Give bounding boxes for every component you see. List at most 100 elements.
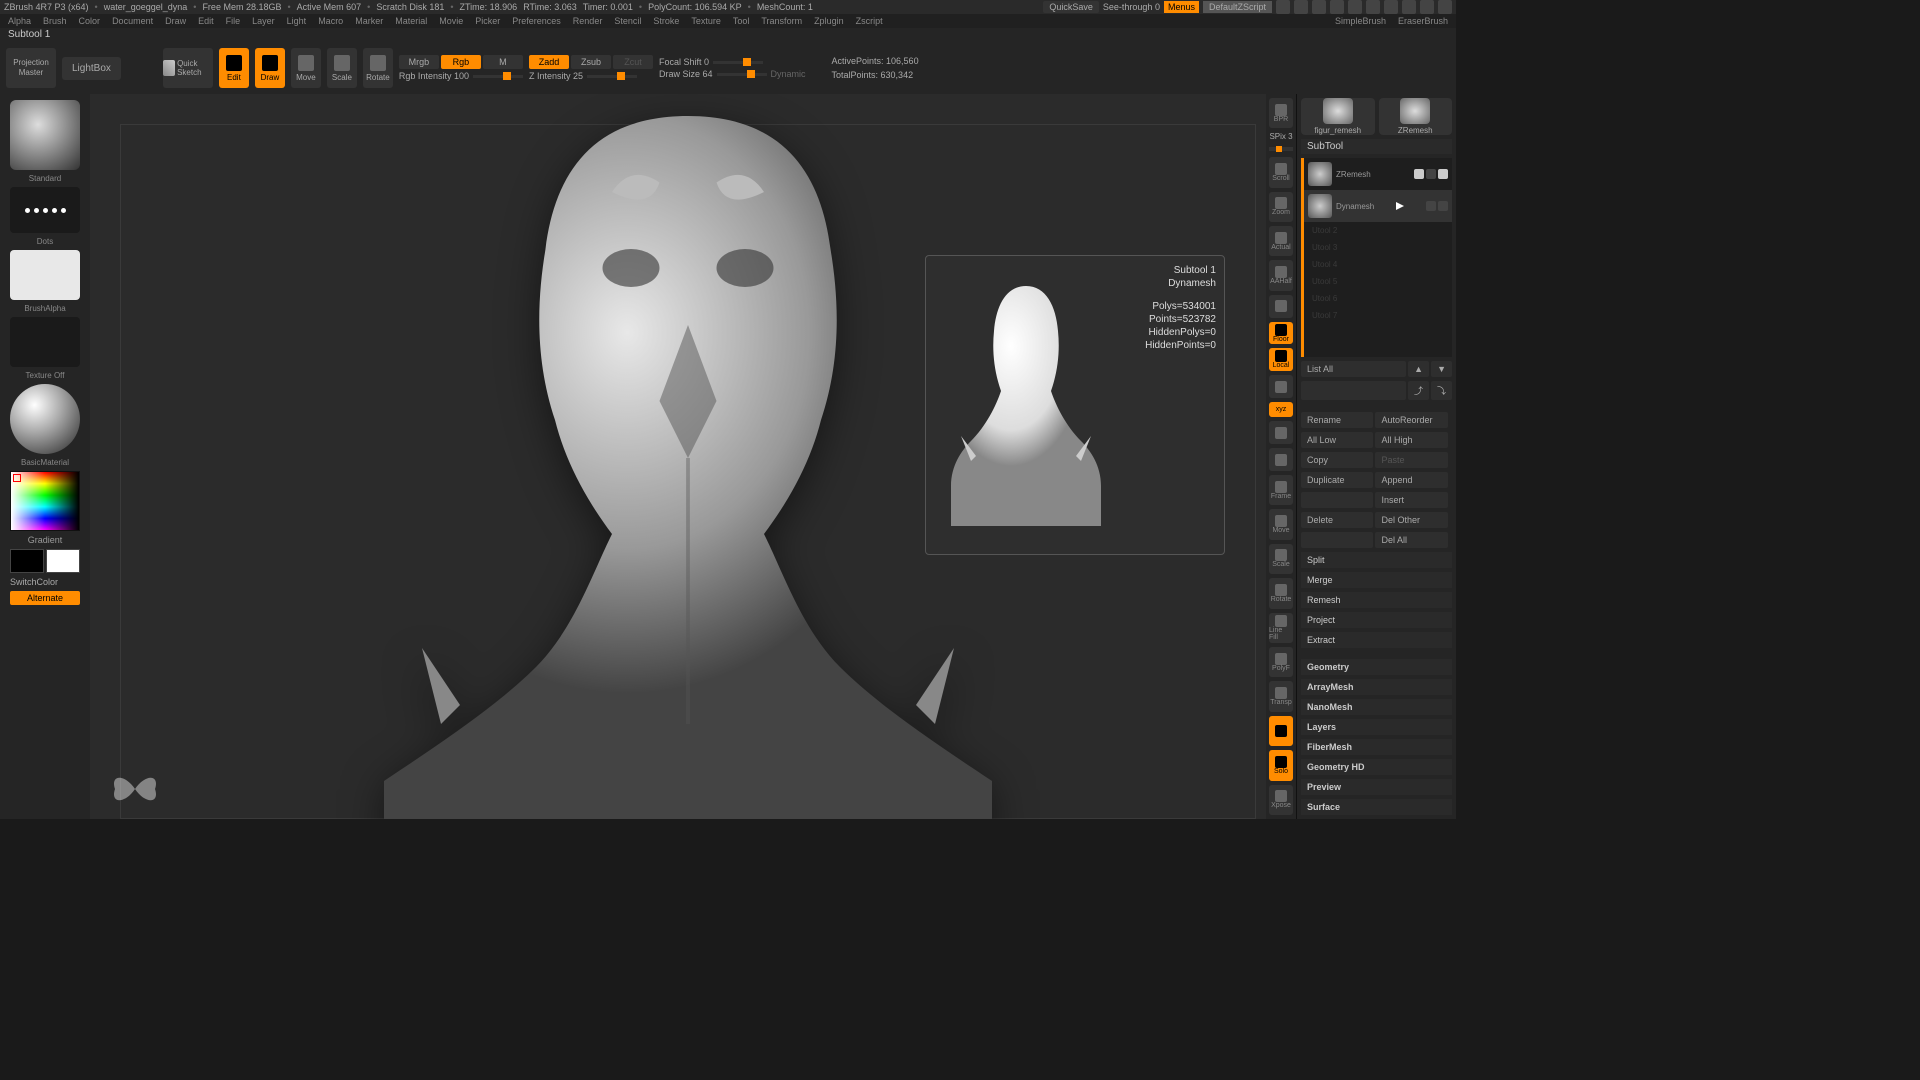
collapse-icon[interactable] xyxy=(1330,0,1344,14)
solo-button[interactable]: Solo xyxy=(1269,750,1293,780)
palette-icon[interactable] xyxy=(1366,0,1380,14)
move-down-button[interactable]: ▼ xyxy=(1431,361,1452,377)
menu-light[interactable]: Light xyxy=(287,16,307,26)
menu-zscript[interactable]: Zscript xyxy=(856,16,883,26)
copy-button[interactable]: Copy xyxy=(1301,452,1373,468)
menu-document[interactable]: Document xyxy=(112,16,153,26)
list-all-button[interactable]: List All xyxy=(1301,361,1406,377)
menu-preferences[interactable]: Preferences xyxy=(512,16,561,26)
draw-mode-button[interactable]: Draw xyxy=(255,48,285,88)
append-button[interactable]: Append xyxy=(1375,472,1447,488)
zsub-button[interactable]: Zsub xyxy=(571,55,611,69)
move3d-button[interactable]: Move xyxy=(1269,509,1293,539)
menu-draw[interactable]: Draw xyxy=(165,16,186,26)
xpose-button[interactable]: Xpose xyxy=(1269,785,1293,815)
switch-color-button[interactable]: SwitchColor xyxy=(10,577,80,587)
menu-render[interactable]: Render xyxy=(573,16,603,26)
alternate-button[interactable]: Alternate xyxy=(10,591,80,605)
linefill-button[interactable]: Line Fill xyxy=(1269,613,1293,643)
grid-icon[interactable] xyxy=(1294,0,1308,14)
floor-button[interactable]: Floor xyxy=(1269,322,1293,345)
subtool-header[interactable]: SubTool xyxy=(1301,139,1452,154)
autoreorder-button[interactable]: AutoReorder xyxy=(1375,412,1447,428)
menu-brush[interactable]: Brush xyxy=(43,16,67,26)
draw-size-slider[interactable]: Draw Size 64Dynamic xyxy=(659,69,806,79)
menu-marker[interactable]: Marker xyxy=(355,16,383,26)
primary-color-swatch[interactable] xyxy=(46,549,80,573)
spix-slider[interactable]: SPix 3 xyxy=(1269,132,1292,141)
bpr-button[interactable]: BPR xyxy=(1269,98,1293,128)
focal-shift-slider[interactable]: Focal Shift 0 xyxy=(659,57,806,67)
insert-button[interactable]: Insert xyxy=(1375,492,1447,508)
tool-slot-1[interactable]: figur_remesh xyxy=(1301,98,1375,135)
all-low-button[interactable]: All Low xyxy=(1301,432,1373,448)
subtool-list[interactable]: ZRemesh Dynamesh Utool 2 Utool 3 Utool 4… xyxy=(1301,158,1452,357)
home-icon[interactable] xyxy=(1276,0,1290,14)
layout-icon[interactable] xyxy=(1312,0,1326,14)
mrgb-button[interactable]: Mrgb xyxy=(399,55,439,69)
delete-button[interactable]: Delete xyxy=(1301,512,1373,528)
remesh-section[interactable]: Remesh xyxy=(1301,592,1452,608)
ghost-button[interactable] xyxy=(1269,716,1293,746)
project-section[interactable]: Project xyxy=(1301,612,1452,628)
visibility-toggle[interactable] xyxy=(1414,169,1424,179)
color-picker[interactable] xyxy=(10,471,80,531)
aahalf-button[interactable]: AAHalf xyxy=(1269,260,1293,290)
rgb-button[interactable]: Rgb xyxy=(441,55,481,69)
rename-button[interactable]: Rename xyxy=(1301,412,1373,428)
m-button[interactable]: M xyxy=(483,55,523,69)
menu-file[interactable]: File xyxy=(226,16,241,26)
viewport[interactable]: Subtool 1 Dynamesh Polys=534001 Points=5… xyxy=(90,94,1266,819)
help-icon[interactable] xyxy=(1384,0,1398,14)
visibility-toggle[interactable] xyxy=(1426,201,1436,211)
scale3d-button[interactable]: Scale xyxy=(1269,544,1293,574)
polyf-button[interactable]: PolyF xyxy=(1269,647,1293,677)
persp-button[interactable] xyxy=(1269,295,1293,318)
menu-color[interactable]: Color xyxy=(79,16,101,26)
move-bottom-button[interactable]: ⤵ xyxy=(1431,381,1452,400)
menu-macro[interactable]: Macro xyxy=(318,16,343,26)
maximize-icon[interactable] xyxy=(1420,0,1434,14)
gradient-label[interactable]: Gradient xyxy=(28,535,63,545)
del-other-button[interactable]: Del Other xyxy=(1375,512,1447,528)
lasso-button[interactable] xyxy=(1269,421,1293,444)
texture-selector[interactable] xyxy=(10,317,80,367)
frame-button[interactable]: Frame xyxy=(1269,475,1293,505)
close-icon[interactable] xyxy=(1438,0,1452,14)
eraser-brush[interactable]: EraserBrush xyxy=(1398,16,1448,26)
zadd-button[interactable]: Zadd xyxy=(529,55,569,69)
arraymesh-section[interactable]: ArrayMesh xyxy=(1301,679,1452,695)
lightbox-button[interactable]: LightBox xyxy=(62,57,121,80)
edit-mode-button[interactable]: Edit xyxy=(219,48,249,88)
rotate3d-button[interactable]: Rotate xyxy=(1269,578,1293,608)
minimize-icon[interactable] xyxy=(1402,0,1416,14)
simple-brush[interactable]: SimpleBrush xyxy=(1335,16,1386,26)
surface-section[interactable]: Surface xyxy=(1301,799,1452,815)
material-selector[interactable] xyxy=(10,384,80,454)
quick-sketch-button[interactable]: Quick Sketch xyxy=(163,48,213,88)
actual-button[interactable]: Actual xyxy=(1269,226,1293,256)
local-button[interactable]: Local xyxy=(1269,348,1293,371)
menu-transform[interactable]: Transform xyxy=(761,16,802,26)
rgb-intensity-slider[interactable]: Rgb Intensity 100 xyxy=(399,71,523,81)
default-zscript[interactable]: DefaultZScript xyxy=(1203,1,1272,13)
zoom3d-button[interactable] xyxy=(1269,448,1293,471)
menu-stroke[interactable]: Stroke xyxy=(653,16,679,26)
del-all-button[interactable]: Del All xyxy=(1375,532,1447,548)
stroke-selector[interactable] xyxy=(10,187,80,233)
menu-alpha[interactable]: Alpha xyxy=(8,16,31,26)
secondary-color-swatch[interactable] xyxy=(10,549,44,573)
transp-button[interactable]: Transp xyxy=(1269,681,1293,711)
quicksave-button[interactable]: QuickSave xyxy=(1043,1,1099,13)
polypaint-toggle[interactable] xyxy=(1426,169,1436,179)
eye-toggle[interactable] xyxy=(1438,201,1448,211)
all-high-button[interactable]: All High xyxy=(1375,432,1447,448)
move-up-button[interactable]: ▲ xyxy=(1408,361,1429,377)
merge-section[interactable]: Merge xyxy=(1301,572,1452,588)
menu-stencil[interactable]: Stencil xyxy=(614,16,641,26)
extract-section[interactable]: Extract xyxy=(1301,632,1452,648)
fibermesh-section[interactable]: FiberMesh xyxy=(1301,739,1452,755)
menu-edit[interactable]: Edit xyxy=(198,16,214,26)
paste-button[interactable]: Paste xyxy=(1375,452,1447,468)
layers-section[interactable]: Layers xyxy=(1301,719,1452,735)
